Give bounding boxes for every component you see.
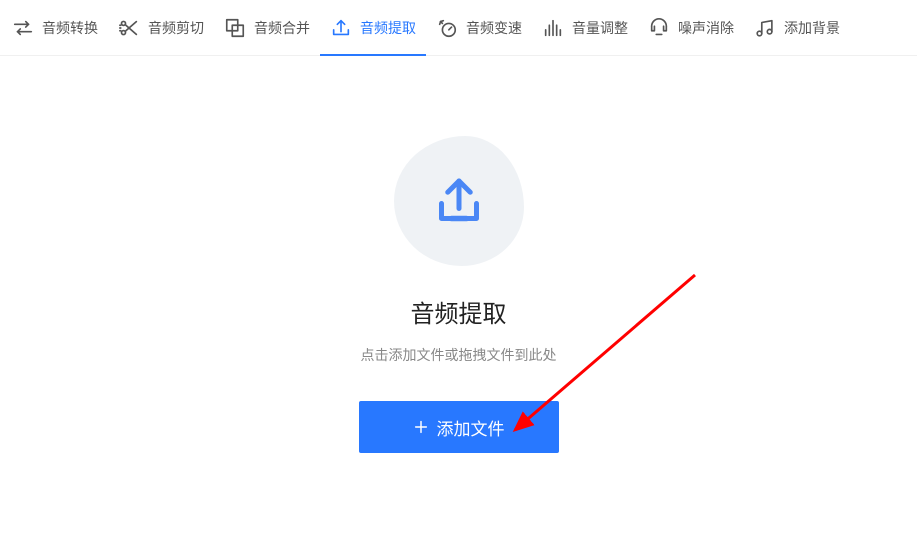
upload-icon [429, 171, 489, 231]
tab-audio-extract[interactable]: 音频提取 [320, 0, 426, 56]
tab-audio-cut[interactable]: 音频剪切 [108, 0, 214, 56]
music-icon [754, 17, 776, 39]
equalizer-icon [542, 17, 564, 39]
convert-icon [12, 17, 34, 39]
tab-label: 音量调整 [572, 18, 628, 38]
plus-icon [413, 419, 429, 435]
dropzone-desc: 点击添加文件或拖拽文件到此处 [361, 345, 557, 365]
tab-label: 噪声消除 [678, 18, 734, 38]
tab-bar: 音频转换 音频剪切 音频合并 音频提取 [0, 0, 917, 56]
tab-label: 音频转换 [42, 18, 98, 38]
tab-label: 音频剪切 [148, 18, 204, 38]
tab-audio-speed[interactable]: 音频变速 [426, 0, 532, 56]
main-dropzone[interactable]: 音频提取 点击添加文件或拖拽文件到此处 添加文件 [0, 56, 917, 453]
tab-volume-adjust[interactable]: 音量调整 [532, 0, 638, 56]
extract-icon [330, 17, 352, 39]
add-file-label: 添加文件 [437, 415, 505, 440]
tab-label: 添加背景 [784, 18, 840, 38]
dropzone-title: 音频提取 [411, 294, 507, 329]
merge-icon [224, 17, 246, 39]
scissors-icon [118, 17, 140, 39]
upload-illustration [394, 136, 524, 266]
tab-noise-remove[interactable]: 噪声消除 [638, 0, 744, 56]
add-file-button[interactable]: 添加文件 [359, 401, 559, 453]
tab-audio-merge[interactable]: 音频合并 [214, 0, 320, 56]
noise-icon [648, 17, 670, 39]
tab-label: 音频提取 [360, 18, 416, 38]
tab-label: 音频变速 [466, 18, 522, 38]
tab-audio-convert[interactable]: 音频转换 [2, 0, 108, 56]
tab-label: 音频合并 [254, 18, 310, 38]
speed-icon [436, 17, 458, 39]
tab-add-background[interactable]: 添加背景 [744, 0, 850, 56]
